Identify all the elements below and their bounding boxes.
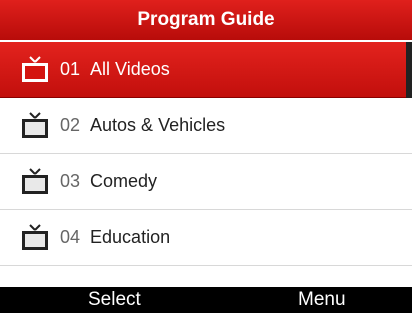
item-number: 03 xyxy=(60,171,81,191)
title-bar: Program Guide xyxy=(0,0,412,40)
item-label: Autos & Vehicles xyxy=(90,115,226,135)
item-label: Comedy xyxy=(90,171,158,191)
tv-icon xyxy=(22,167,48,194)
list-item-all-videos[interactable]: 01 All Videos xyxy=(0,42,412,98)
page-title: Program Guide xyxy=(137,9,275,30)
list-item-education[interactable]: 04 Education xyxy=(0,210,412,266)
list-item-comedy[interactable]: 03 Comedy xyxy=(0,154,412,210)
item-number: 04 xyxy=(60,227,81,247)
menu-softkey[interactable]: Menu xyxy=(298,289,346,311)
item-label: Education xyxy=(90,227,171,247)
softkey-bar: Select Menu xyxy=(0,287,412,313)
select-softkey[interactable]: Select xyxy=(88,289,141,311)
item-number: 02 xyxy=(60,115,81,135)
program-list: 01 All Videos 02 Autos & Vehicles 03 Com… xyxy=(0,42,412,271)
tv-icon xyxy=(22,55,48,82)
item-number: 01 xyxy=(60,59,81,79)
item-label: All Videos xyxy=(90,59,170,79)
tv-icon xyxy=(22,223,48,250)
tv-icon xyxy=(22,111,48,138)
list-item-autos-vehicles[interactable]: 02 Autos & Vehicles xyxy=(0,98,412,154)
